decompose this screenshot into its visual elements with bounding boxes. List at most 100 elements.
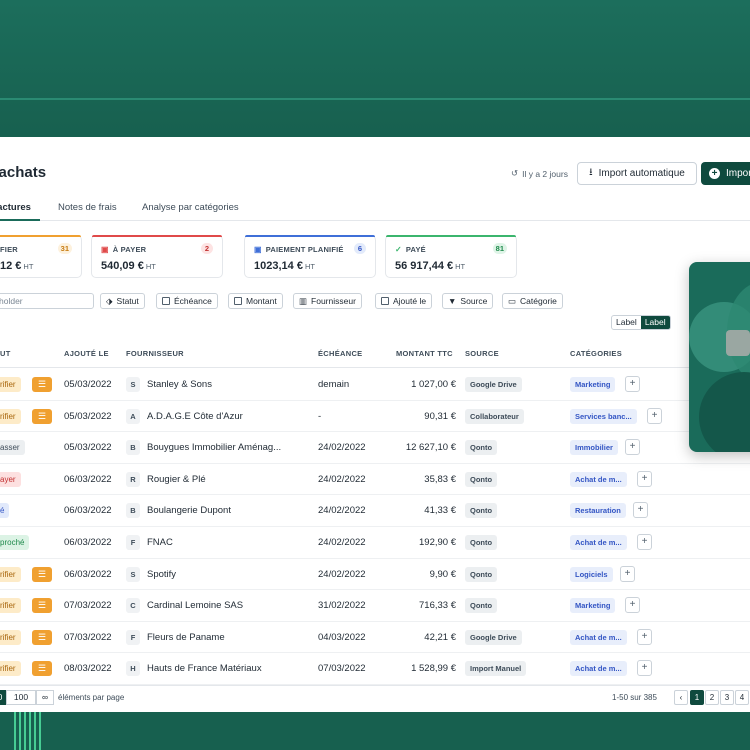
summary-card-amount: 1023,14 € HT [254,260,315,272]
table-row[interactable]: ayer 06/03/2022 R Rougier & Plé 24/02/2022 35… [0,464,750,496]
filter-status-button[interactable]: ⬗ Statut [100,293,145,309]
category-badge: Marketing [570,377,616,392]
summary-card[interactable]: ✓ PAYÉ 81 56 917,44 € HT [385,235,517,278]
table-row[interactable]: rifier ☰ 06/03/2022 S Spotify 24/02/2022 9,90 … [0,559,750,591]
supplier-avatar: H [126,661,140,677]
page-3[interactable]: 3 [720,690,734,705]
summary-card-title: PAYÉ [405,245,426,254]
label-toggle-on[interactable]: Label [640,316,670,329]
supplier-name: Hauts de France Matériaux [147,663,262,675]
page-4[interactable]: 4 [735,690,749,705]
tab-analyse-categories[interactable]: Analyse par catégories [142,202,239,213]
col-amount[interactable]: MONTANT TTC [396,349,453,358]
due-date: demain [318,379,350,390]
col-supplier[interactable]: FOURNISSEUR [126,349,184,358]
add-category-button[interactable]: + [647,407,662,424]
summary-card-amount-value: 56 917,44 € [395,260,454,272]
search-input[interactable]: holder [0,293,94,309]
list-alert-icon[interactable]: ☰ [32,661,52,677]
list-alert-icon[interactable]: ☰ [32,408,52,424]
table-row[interactable]: asser 05/03/2022 B Bouygues Immobilier Amén… [0,432,750,464]
source-badge: Qonto [465,440,498,456]
col-categories[interactable]: CATÉGORIES [570,349,622,358]
summary-card[interactable]: FIER 31 12 € HT [0,235,82,278]
add-category-button[interactable]: + [637,660,652,677]
summary-card[interactable]: ▣ À PAYER 2 540,09 € HT [91,235,223,278]
amount-ttc: 90,31 € [424,410,456,422]
filter-due-label: Échéance [174,296,212,306]
per-page-all[interactable]: ∞ [36,690,54,705]
add-category-button[interactable]: + [625,439,640,456]
summary-card-count: 2 [201,243,213,254]
category-badge: Achat de m... [570,471,627,487]
category-badge: Immobilier [570,440,618,456]
import-button[interactable]: + Impor [701,162,750,185]
floating-card[interactable] [689,262,750,452]
tab-factures[interactable]: factures [0,202,31,213]
source-badge: Google Drive [465,629,522,645]
category-badge: Achat de m... [570,661,627,677]
status-badge: rifier [0,629,21,645]
filter-source-label: Source [460,296,488,306]
filter-category-button[interactable]: ▭ Catégorie [502,293,563,309]
tab-notes-de-frais[interactable]: Notes de frais [58,202,117,213]
table-row[interactable]: é 06/03/2022 B Boulangerie Dupont 24/02/2022… [0,495,750,527]
add-category-button[interactable]: + [620,565,635,582]
added-date: 06/03/2022 [64,473,112,485]
filter-due-button[interactable]: Échéance [156,293,218,309]
prev-page-button[interactable]: ‹ [674,690,688,705]
source-badge: Qonto [465,471,498,487]
page-1[interactable]: 1 [690,690,704,705]
add-category-button[interactable]: + [637,470,652,487]
list-alert-icon[interactable]: ☰ [32,629,52,645]
status-badge: ayer [0,471,21,487]
due-date: 24/02/2022 [318,505,366,517]
table-header: UT AJOUTÉ LE FOURNISSEUR ÉCHÉANCE MONTAN… [0,338,750,368]
table-row[interactable]: rifier ☰ 05/03/2022 S Stanley & Sons demain 1 … [0,369,750,401]
filter-bar: holder ⬗ Statut Échéance Montant ▥ Fournis… [0,292,750,310]
filter-added-button[interactable]: Ajouté le [375,293,433,309]
list-alert-icon[interactable]: ☰ [32,566,52,582]
col-due[interactable]: ÉCHÉANCE [318,349,363,358]
table-footer: 0 100 ∞ éléments par page 1-50 sur 385 ‹… [0,685,750,712]
add-category-button[interactable]: + [633,502,648,519]
col-status[interactable]: UT [0,349,11,358]
col-added[interactable]: AJOUTÉ LE [64,349,109,358]
list-alert-icon[interactable]: ☰ [32,377,52,392]
supplier-avatar: B [126,503,140,519]
table-row[interactable]: rifier ☰ 07/03/2022 F Fleurs de Paname 04/03/… [0,622,750,654]
supplier-name: Cardinal Lemoine SAS [147,600,244,612]
label-toggle-off[interactable]: Label [612,316,641,329]
floating-card-button[interactable] [726,330,750,356]
due-date: 31/02/2022 [318,600,366,612]
add-category-button[interactable]: + [625,597,640,614]
filter-category-label: Catégorie [520,296,557,306]
summary-card-amount-value: 1023,14 € [254,260,303,272]
list-alert-icon[interactable]: ☰ [32,598,52,614]
summary-card-amount: 540,09 € HT [101,260,156,272]
table-row[interactable]: proché 06/03/2022 F FNAC 24/02/2022 192,90 € Q… [0,527,750,559]
status-icon: ▣ [254,245,262,254]
background-top [0,0,750,137]
label-toggle[interactable]: Label Label [611,315,671,330]
purchases-app: s achats ↺ Il y a 2 jours ⭳ Import autom… [0,137,750,712]
card-accent-bar [0,235,81,237]
add-category-button[interactable]: + [625,376,640,392]
col-source[interactable]: SOURCE [465,349,499,358]
calendar-icon [381,297,389,305]
per-page-100[interactable]: 100 [6,690,36,705]
table-row[interactable]: rifier ☰ 05/03/2022 A A.D.A.G.E Côte d'Azur -… [0,401,750,433]
filter-amount-button[interactable]: Montant [228,293,283,309]
summary-card[interactable]: ▣ PAIEMENT PLANIFIÉ 6 1023,14 € HT [244,235,376,278]
add-category-button[interactable]: + [637,534,652,550]
import-auto-button[interactable]: ⭳ Import automatique [577,162,697,185]
amount-ttc: 1 528,99 € [411,663,456,675]
filter-source-button[interactable]: ▼ Source [442,293,494,309]
filter-supplier-button[interactable]: ▥ Fournisseur [293,293,362,309]
due-date: - [318,410,322,422]
add-category-button[interactable]: + [637,628,652,645]
page-2[interactable]: 2 [705,690,719,705]
table-row[interactable]: rifier ☰ 07/03/2022 C Cardinal Lemoine SAS 31… [0,590,750,622]
table-row[interactable]: rifier ☰ 08/03/2022 H Hauts de France Matéri… [0,653,750,685]
tag-icon: ⬗ [106,295,113,306]
